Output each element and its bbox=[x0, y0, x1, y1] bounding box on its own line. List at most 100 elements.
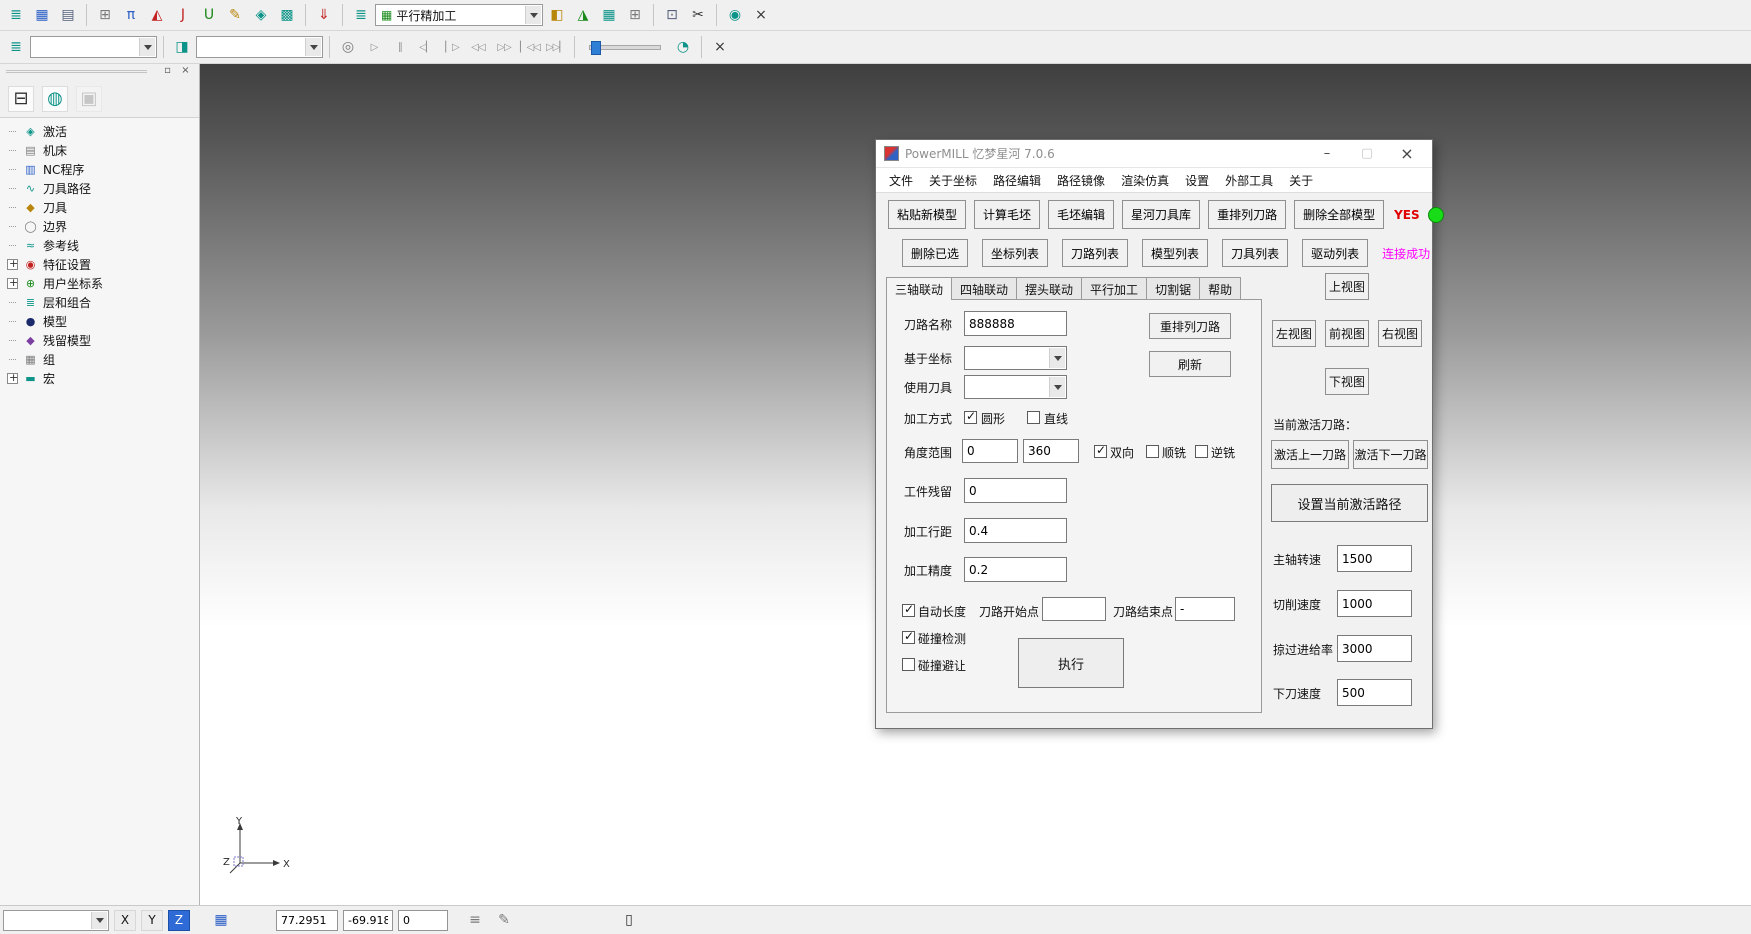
coords-list-button[interactable]: 坐标列表 bbox=[982, 239, 1048, 267]
climb-checkbox[interactable] bbox=[1146, 445, 1159, 458]
transform-icon[interactable]: ◭ bbox=[145, 3, 169, 27]
toolpath-name-input[interactable] bbox=[964, 311, 1067, 336]
tab-3axis[interactable]: 三轴联动 bbox=[886, 277, 952, 300]
slider-handle[interactable] bbox=[591, 41, 601, 55]
rearrange-toolpaths-button[interactable]: 重排列刀路 bbox=[1208, 200, 1286, 229]
toolpath-list-button[interactable]: 刀路列表 bbox=[1062, 239, 1128, 267]
explorer-panel-header[interactable]: ▫ × bbox=[0, 64, 199, 80]
conventional-checkbox[interactable] bbox=[1195, 445, 1208, 458]
tree-item-macros[interactable]: ▬ 宏 bbox=[2, 369, 197, 388]
skim-feed-input[interactable] bbox=[1337, 635, 1412, 662]
toolpath-j-icon[interactable]: J bbox=[171, 3, 195, 27]
axis-z-button[interactable]: Z bbox=[168, 910, 190, 931]
line-checkbox[interactable] bbox=[1027, 411, 1040, 424]
close-toolbar-icon[interactable]: × bbox=[749, 3, 773, 27]
compute-stock-button[interactable]: 计算毛坯 bbox=[974, 200, 1040, 229]
model-list-button[interactable]: 模型列表 bbox=[1142, 239, 1208, 267]
paste-new-model-button[interactable]: 粘贴新模型 bbox=[888, 200, 966, 229]
coord-select[interactable] bbox=[964, 346, 1067, 370]
menu-item-settings[interactable]: 设置 bbox=[1177, 169, 1217, 192]
tab-cutting-saw[interactable]: 切割锯 bbox=[1146, 277, 1200, 300]
set-active-path-button[interactable]: 设置当前激活路径 bbox=[1271, 484, 1428, 522]
delete-selected-button[interactable]: 删除已选 bbox=[902, 239, 968, 267]
tree-item-machine-tools[interactable]: ▤ 机床 bbox=[2, 141, 197, 160]
levels-icon[interactable]: ≣ bbox=[349, 3, 373, 27]
fast-forward-icon[interactable]: ▷▷ bbox=[492, 35, 516, 59]
import-icon[interactable]: ⇓ bbox=[312, 3, 336, 27]
menu-item-external-tools[interactable]: 外部工具 bbox=[1217, 169, 1281, 192]
position-x-input[interactable] bbox=[276, 910, 338, 931]
binoculars-icon[interactable]: ◉ bbox=[723, 3, 747, 27]
toolpath-select-combo[interactable] bbox=[30, 36, 157, 58]
tab-help[interactable]: 帮助 bbox=[1199, 277, 1241, 300]
refresh-button[interactable]: 刷新 bbox=[1149, 351, 1231, 377]
project-icon[interactable]: ≣ bbox=[4, 3, 28, 27]
start-point-input[interactable] bbox=[1042, 597, 1106, 621]
chevron-down-icon[interactable] bbox=[91, 912, 107, 929]
drive-list-button[interactable]: 驱动列表 bbox=[1302, 239, 1368, 267]
levels-icon[interactable]: ≣ bbox=[4, 35, 28, 59]
tool-library-button[interactable]: 星河刀具库 bbox=[1122, 200, 1200, 229]
float-panel-icon[interactable]: ▫ bbox=[160, 65, 175, 78]
chevron-down-icon[interactable] bbox=[525, 6, 541, 24]
tree-item-tools[interactable]: ◆ 刀具 bbox=[2, 198, 197, 217]
chevron-down-icon[interactable] bbox=[1049, 377, 1065, 397]
copy-icon[interactable]: ⊞ bbox=[93, 3, 117, 27]
view-bottom-button[interactable]: 下视图 bbox=[1325, 368, 1369, 395]
statusbar-combo[interactable] bbox=[3, 910, 109, 931]
close-panel-icon[interactable]: × bbox=[178, 65, 193, 78]
grid-icon[interactable]: ▦ bbox=[597, 3, 621, 27]
tree-expander[interactable] bbox=[7, 259, 18, 270]
go-end-icon[interactable]: ▷▷▏ bbox=[544, 35, 568, 59]
view-front-button[interactable]: 前视图 bbox=[1325, 320, 1369, 347]
hint-icon[interactable]: ◎ bbox=[336, 35, 360, 59]
stock-allowance-input[interactable] bbox=[964, 478, 1067, 503]
plunge-feed-input[interactable] bbox=[1337, 679, 1412, 706]
bidirectional-checkbox[interactable] bbox=[1094, 445, 1107, 458]
pause-icon[interactable]: ∥ bbox=[388, 35, 412, 59]
minimize-icon[interactable] bbox=[1310, 143, 1344, 165]
play-icon[interactable]: ▷ bbox=[362, 35, 386, 59]
tree-expander[interactable] bbox=[7, 278, 18, 289]
tab-4axis[interactable]: 四轴联动 bbox=[951, 277, 1017, 300]
draw-list-icon[interactable]: ≡ bbox=[463, 908, 487, 932]
tree-item-nc-programs[interactable]: ▥ NC程序 bbox=[2, 160, 197, 179]
frame-icon[interactable]: ⊡ bbox=[660, 3, 684, 27]
position-y-input[interactable] bbox=[343, 910, 393, 931]
clock-icon[interactable]: ◔ bbox=[671, 35, 695, 59]
scissors-icon[interactable]: ✂ bbox=[686, 3, 710, 27]
chevron-down-icon[interactable] bbox=[139, 38, 155, 56]
rewind-icon[interactable]: ◁◁ bbox=[466, 35, 490, 59]
circle-checkbox[interactable] bbox=[964, 411, 977, 424]
tree-item-patterns[interactable]: ≈ 参考线 bbox=[2, 236, 197, 255]
tool-select-combo[interactable] bbox=[196, 36, 323, 58]
calculator-icon[interactable]: π bbox=[119, 3, 143, 27]
menu-item-path-edit[interactable]: 路径编辑 bbox=[985, 169, 1049, 192]
tree-item-boundaries[interactable]: ◯ 边界 bbox=[2, 217, 197, 236]
mobile-icon[interactable]: ▯ bbox=[617, 908, 641, 932]
view-right-button[interactable]: 右视图 bbox=[1378, 320, 1422, 347]
tab-swivel-head[interactable]: 摆头联动 bbox=[1016, 277, 1082, 300]
pencil-icon[interactable]: ✎ bbox=[223, 3, 247, 27]
tools-icon[interactable]: ◧ bbox=[545, 3, 569, 27]
tree-item-activate[interactable]: ◈ 激活 bbox=[2, 122, 197, 141]
save-icon[interactable]: ▦ bbox=[30, 3, 54, 27]
view-top-button[interactable]: 上视图 bbox=[1325, 273, 1369, 300]
maximize-icon[interactable] bbox=[1350, 143, 1384, 165]
dialog-title-bar[interactable]: PowerMILL 忆梦星河 7.0.6 bbox=[876, 140, 1432, 168]
tool-select[interactable] bbox=[964, 375, 1067, 399]
tool-list-button[interactable]: 刀具列表 bbox=[1222, 239, 1288, 267]
menu-item-path-mirror[interactable]: 路径镜像 bbox=[1049, 169, 1113, 192]
tree-item-workplanes[interactable]: ⊕ 用户坐标系 bbox=[2, 274, 197, 293]
activate-prev-toolpath-button[interactable]: 激活上一刀路 bbox=[1271, 440, 1349, 469]
view-left-button[interactable]: 左视图 bbox=[1272, 320, 1316, 347]
tolerance-input[interactable] bbox=[964, 557, 1067, 582]
panel-grip[interactable] bbox=[6, 70, 147, 73]
strategy-combo[interactable]: ▦ 平行精加工 bbox=[375, 4, 543, 26]
cutting-feed-input[interactable] bbox=[1337, 590, 1412, 617]
rearrange-toolpaths-button-2[interactable]: 重排列刀路 bbox=[1149, 313, 1231, 339]
stepover-input[interactable] bbox=[964, 518, 1067, 543]
wrench-icon[interactable]: ◨ bbox=[170, 35, 194, 59]
menu-item-about[interactable]: 关于 bbox=[1281, 169, 1321, 192]
tree-item-feature-sets[interactable]: ◉ 特征设置 bbox=[2, 255, 197, 274]
